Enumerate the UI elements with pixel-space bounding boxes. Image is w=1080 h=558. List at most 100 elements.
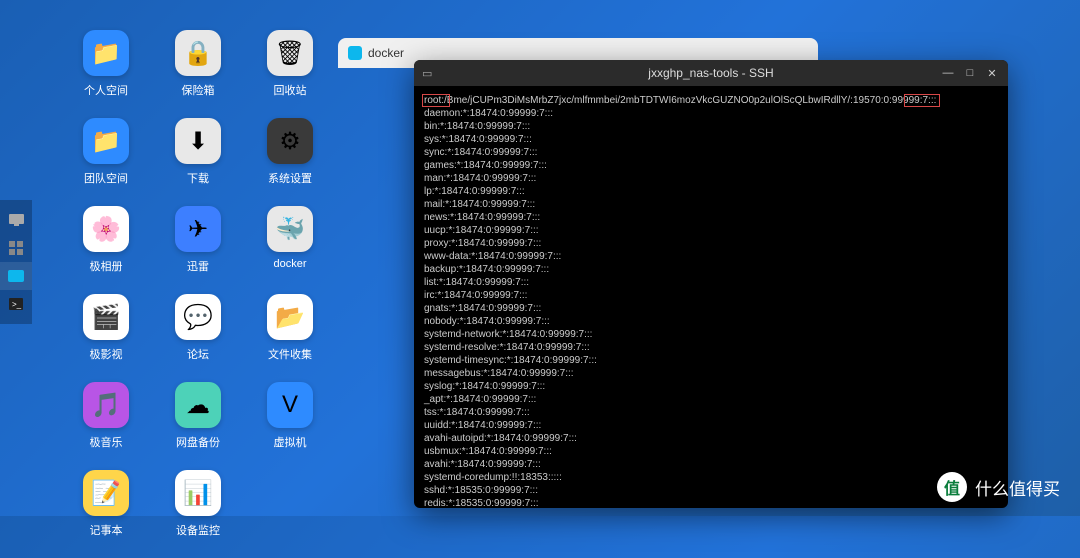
desktop-icon-11[interactable]: 📂 文件收集 [244, 294, 336, 382]
terminal-line: sys:*:18474:0:99999:7::: [424, 133, 998, 146]
app-icon: 📊 [175, 470, 221, 516]
terminal-line: proxy:*:18474:0:99999:7::: [424, 237, 998, 250]
terminal-line: redis:*:18535:0:99999:7::: [424, 497, 998, 508]
app-icon: 🔒 [175, 30, 221, 76]
icon-label: 回收站 [274, 82, 307, 98]
icon-label: 记事本 [90, 522, 123, 538]
svg-text:>_: >_ [12, 300, 22, 309]
dock-terminal-icon[interactable]: >_ [0, 290, 32, 318]
docker-icon [348, 46, 362, 60]
icon-label: 论坛 [187, 346, 209, 362]
app-icon: 📁 [83, 118, 129, 164]
terminal-line: sync:*:18474:0:99999:7::: [424, 146, 998, 159]
desktop-icon-8[interactable]: 🐳 docker [244, 206, 336, 294]
desktop-icon-5[interactable]: ⚙ 系统设置 [244, 118, 336, 206]
watermark: 值 什么值得买 [937, 472, 1060, 502]
terminal-line: systemd-coredump:!!:18353::::: [424, 471, 998, 484]
desktop-icon-7[interactable]: ✈ 迅雷 [152, 206, 244, 294]
dock-docker-icon[interactable] [0, 262, 32, 290]
desktop-icon-2[interactable]: 🗑 回收站 [244, 30, 336, 118]
terminal-line: avahi:*:18474:0:99999:7::: [424, 458, 998, 471]
desktop-icon-1[interactable]: 🔒 保险箱 [152, 30, 244, 118]
desktop-icon-15[interactable]: 📝 记事本 [60, 470, 152, 558]
terminal-line: news:*:18474:0:99999:7::: [424, 211, 998, 224]
app-icon: 🌸 [83, 206, 129, 252]
terminal-line: www-data:*:18474:0:99999:7::: [424, 250, 998, 263]
desktop-icons: 📁 个人空间 🔒 保险箱 🗑 回收站 📁 团队空间 ⬇ 下载 ⚙ 系统设置 🌸 极相册 ✈ 迅雷 🐳 docker… [60, 30, 336, 558]
dock-apps-icon[interactable] [0, 234, 32, 262]
app-icon: 🐳 [267, 206, 313, 252]
terminal-body[interactable]: root:/Bme/jCUPm3DiMsMrbZ7jxc/mlfmmbei/2m… [414, 86, 1008, 508]
icon-label: 极影视 [90, 346, 123, 362]
terminal-line: backup:*:18474:0:99999:7::: [424, 263, 998, 276]
app-icon: 📂 [267, 294, 313, 340]
icon-label: 虚拟机 [274, 434, 307, 450]
icon-label: 极音乐 [90, 434, 123, 450]
icon-label: 迅雷 [187, 258, 209, 274]
terminal-line: irc:*:18474:0:99999:7::: [424, 289, 998, 302]
icon-label: 系统设置 [268, 170, 312, 186]
app-icon: ☁ [175, 382, 221, 428]
app-icon: ✈ [175, 206, 221, 252]
terminal-titlebar[interactable]: ▭ jxxghp_nas-tools - SSH — □ ✕ [414, 60, 1008, 86]
icon-label: 团队空间 [84, 170, 128, 186]
icon-label: 个人空间 [84, 82, 128, 98]
icon-label: docker [273, 258, 306, 270]
terminal-title-icon: ▭ [422, 67, 432, 80]
icon-label: 下载 [187, 170, 209, 186]
dock-desktop-icon[interactable] [0, 206, 32, 234]
maximize-button[interactable]: □ [960, 65, 980, 81]
app-icon: 🗑 [267, 30, 313, 76]
desktop-icon-16[interactable]: 📊 设备监控 [152, 470, 244, 558]
desktop-icon-6[interactable]: 🌸 极相册 [60, 206, 152, 294]
icon-label: 保险箱 [182, 82, 215, 98]
terminal-line: sshd:*:18535:0:99999:7::: [424, 484, 998, 497]
background-window-title: docker [368, 46, 404, 60]
desktop-icon-4[interactable]: ⬇ 下载 [152, 118, 244, 206]
watermark-text: 什么值得买 [975, 475, 1060, 500]
terminal-line: root:/Bme/jCUPm3DiMsMrbZ7jxc/mlfmmbei/2m… [424, 94, 998, 107]
desktop-icon-10[interactable]: 💬 论坛 [152, 294, 244, 382]
icon-label: 极相册 [90, 258, 123, 274]
terminal-window: ▭ jxxghp_nas-tools - SSH — □ ✕ root:/Bme… [414, 60, 1008, 508]
close-button[interactable]: ✕ [982, 65, 1002, 81]
app-icon: 💬 [175, 294, 221, 340]
app-icon: V [267, 382, 313, 428]
terminal-line: messagebus:*:18474:0:99999:7::: [424, 367, 998, 380]
terminal-line: mail:*:18474:0:99999:7::: [424, 198, 998, 211]
terminal-line: nobody:*:18474:0:99999:7::: [424, 315, 998, 328]
app-icon: 📝 [83, 470, 129, 516]
watermark-badge: 值 [937, 472, 967, 502]
desktop-icon-0[interactable]: 📁 个人空间 [60, 30, 152, 118]
terminal-line: bin:*:18474:0:99999:7::: [424, 120, 998, 133]
icon-label: 设备监控 [176, 522, 220, 538]
desktop-icon-9[interactable]: 🎬 极影视 [60, 294, 152, 382]
terminal-line: systemd-resolve:*:18474:0:99999:7::: [424, 341, 998, 354]
app-icon: 🎬 [83, 294, 129, 340]
icon-label: 网盘备份 [176, 434, 220, 450]
terminal-line: man:*:18474:0:99999:7::: [424, 172, 998, 185]
terminal-line: systemd-network:*:18474:0:99999:7::: [424, 328, 998, 341]
terminal-line: uucp:*:18474:0:99999:7::: [424, 224, 998, 237]
app-icon: 🎵 [83, 382, 129, 428]
terminal-line: games:*:18474:0:99999:7::: [424, 159, 998, 172]
terminal-line: systemd-timesync:*:18474:0:99999:7::: [424, 354, 998, 367]
desktop-icon-3[interactable]: 📁 团队空间 [60, 118, 152, 206]
minimize-button[interactable]: — [938, 65, 958, 81]
terminal-line: usbmux:*:18474:0:99999:7::: [424, 445, 998, 458]
desktop-icon-12[interactable]: 🎵 极音乐 [60, 382, 152, 470]
terminal-line: syslog:*:18474:0:99999:7::: [424, 380, 998, 393]
window-controls: — □ ✕ [938, 65, 1002, 81]
terminal-line: daemon:*:18474:0:99999:7::: [424, 107, 998, 120]
terminal-line: tss:*:18474:0:99999:7::: [424, 406, 998, 419]
icon-label: 文件收集 [268, 346, 312, 362]
app-icon: ⬇ [175, 118, 221, 164]
desktop-icon-13[interactable]: ☁ 网盘备份 [152, 382, 244, 470]
terminal-line: avahi-autoipd:*:18474:0:99999:7::: [424, 432, 998, 445]
terminal-line: list:*:18474:0:99999:7::: [424, 276, 998, 289]
terminal-line: gnats:*:18474:0:99999:7::: [424, 302, 998, 315]
desktop-icon-14[interactable]: V 虚拟机 [244, 382, 336, 470]
app-icon: ⚙ [267, 118, 313, 164]
app-icon: 📁 [83, 30, 129, 76]
left-dock: >_ [0, 200, 32, 324]
